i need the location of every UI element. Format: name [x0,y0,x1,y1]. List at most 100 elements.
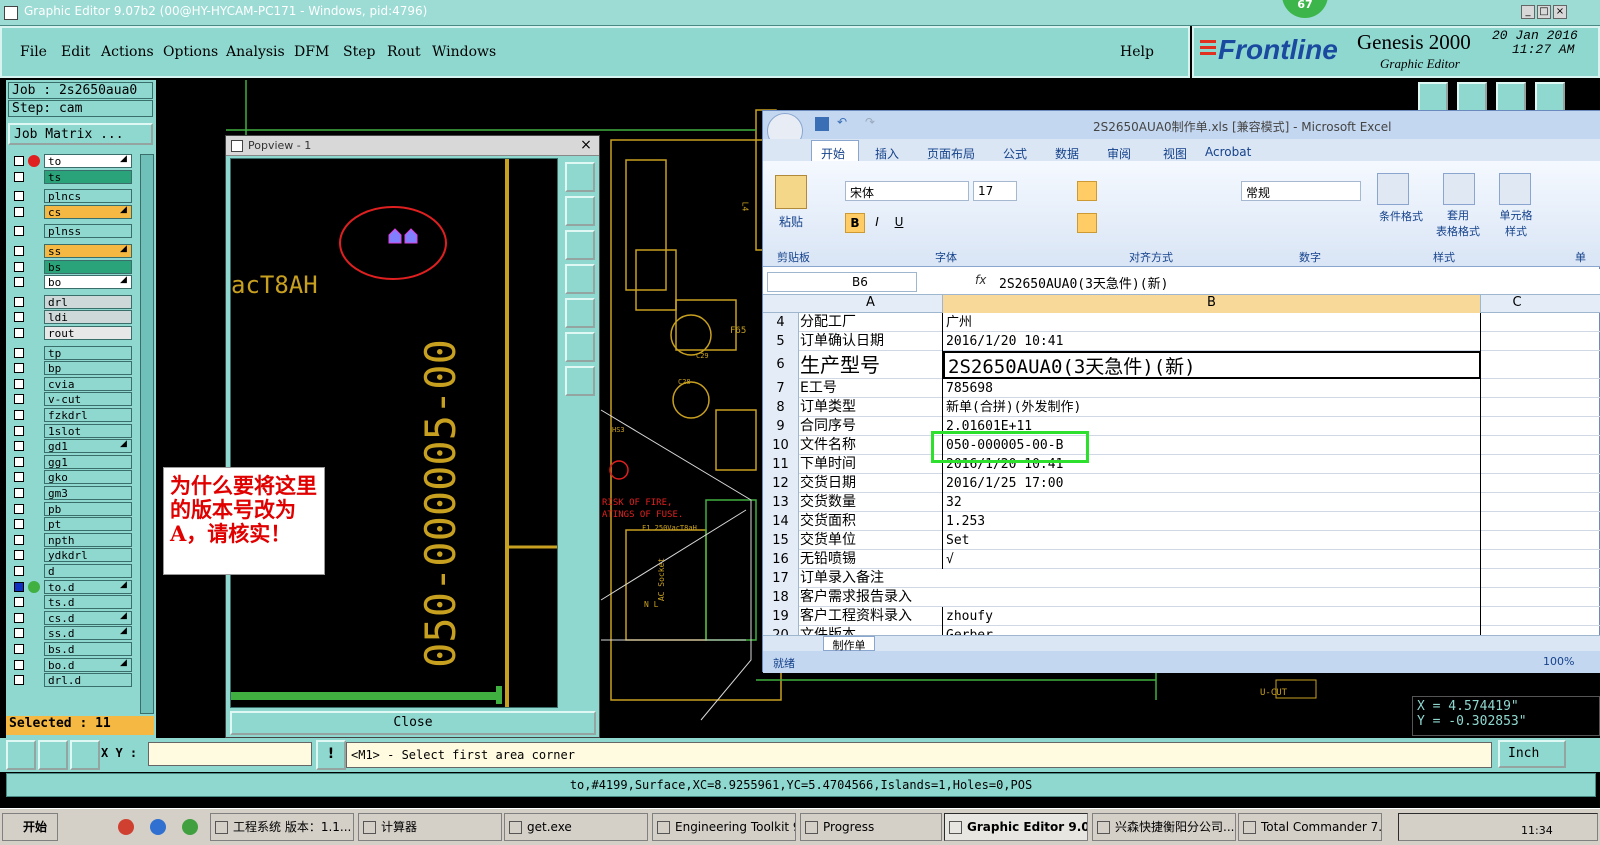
align-left-button[interactable] [1077,213,1097,233]
cell-a[interactable]: 文件版本 [799,626,943,635]
layer-name[interactable]: v-cut [44,392,132,407]
pan-left-icon[interactable] [565,264,595,294]
layer-checkbox[interactable] [14,296,24,307]
menu-edit[interactable]: Edit [61,44,90,60]
layer-checkbox[interactable] [14,328,24,338]
sheet-tab[interactable]: 制作单 [823,636,875,652]
layer-name[interactable]: ldi [44,310,132,325]
layer-checkbox[interactable] [14,441,24,452]
layer-checkbox[interactable] [14,261,24,272]
layer-row-ts-d[interactable]: ts.d [8,595,138,610]
row-number[interactable]: 20 [763,626,799,635]
close-window-button[interactable]: × [1553,5,1567,19]
row-number[interactable]: 15 [763,531,799,550]
conditional-format-button[interactable]: 条件格式 [1379,208,1423,224]
cell-b[interactable]: zhoufy [943,607,1481,626]
layer-checkbox[interactable] [14,171,24,182]
font-size-select[interactable]: 17 [973,181,1017,201]
row-number[interactable]: 10 [763,436,799,455]
layer-row-ss[interactable]: ss ◢ [8,244,138,259]
layer-checkbox[interactable] [14,206,24,217]
maximize-button[interactable]: □ [1537,5,1551,19]
ribbon-tab-5[interactable]: 审阅 [1107,145,1131,162]
layer-checkbox[interactable] [14,566,24,576]
row-number[interactable]: 9 [763,417,799,436]
layer-row-to-d[interactable]: to.d ◢ [8,579,138,595]
alert-icon[interactable]: ! [316,740,346,770]
app-shortcut-icon[interactable] [182,819,198,835]
cell-a[interactable]: 下单时间 [799,455,943,474]
layer-row-rout[interactable]: rout [8,326,138,341]
layer-row-ydkdrl[interactable]: ydkdrl [8,548,138,563]
layer-checkbox[interactable] [14,519,24,530]
task-get-exe[interactable]: get.exe [504,813,648,841]
layer-name[interactable]: bs.d [44,642,132,656]
layer-name[interactable]: to.d [44,579,132,594]
cell-b[interactable]: √ [943,550,1481,569]
layer-checkbox[interactable] [14,597,24,608]
row-number[interactable]: 13 [763,493,799,512]
layer-row-v-cut[interactable]: v-cut [8,392,138,407]
layer-checkbox[interactable] [14,425,24,436]
layer-name[interactable]: cs [44,204,132,219]
layer-row-ldi[interactable]: ldi [8,310,138,325]
layer-checkbox[interactable] [14,534,24,545]
measure-icon[interactable] [6,740,36,770]
paste-icon[interactable] [775,175,807,209]
layer-scrollbar[interactable] [140,154,154,714]
cell-b[interactable] [943,588,1481,607]
layer-checkbox[interactable] [14,246,24,256]
cell-a[interactable]: 文件名称 [799,436,943,455]
task-calculator[interactable]: 计算器 [358,813,502,841]
name-box[interactable]: B6 [767,272,917,292]
cell-a[interactable]: 订单确认日期 [799,332,943,351]
layer-name[interactable]: bo [44,275,132,290]
layer-name[interactable]: ss.d [44,626,132,641]
cell-a[interactable]: 无铅喷锡 [799,550,943,569]
row-number[interactable]: 7 [763,379,799,398]
layer-row-tp[interactable]: tp [8,345,138,361]
layer-row-gm3[interactable]: gm3 [8,486,138,501]
layer-name[interactable]: 1slot [44,423,132,438]
layer-row-plncs[interactable]: plncs [8,189,138,204]
layer-row-fzkdrl[interactable]: fzkdrl [8,408,138,423]
layer-checkbox[interactable] [14,277,24,288]
layer-row-to[interactable]: to ◢ [8,154,138,169]
zoom-fit-icon[interactable] [565,162,595,192]
cell-b[interactable]: 2016/1/25 17:00 [943,474,1481,493]
undo-icon[interactable]: ↶ [837,115,847,129]
fx-icon[interactable]: fx [975,273,986,287]
bold-button[interactable]: B [845,213,865,233]
popview-canvas[interactable]: acT8AH 050-000005-00 [230,158,558,708]
menu-dfm[interactable]: DFM [294,44,329,60]
cell-b[interactable]: Gerber [943,626,1481,635]
minimize-button[interactable]: _ [1521,5,1535,19]
cell-a[interactable]: E工号 [799,379,943,398]
layer-row-gko[interactable]: gko [8,470,138,485]
layer-name[interactable]: ss [44,244,132,258]
start-button[interactable]: 开始 [2,813,58,841]
layer-name[interactable]: cvia [44,376,132,391]
ribbon-tab-7[interactable]: Acrobat [1205,145,1251,159]
cell-style-icon[interactable] [1499,173,1531,205]
layer-checkbox[interactable] [14,675,24,686]
layer-checkbox[interactable] [14,581,24,592]
home-icon[interactable] [1418,82,1448,112]
column-header-c[interactable]: C [1481,295,1553,313]
layer-name[interactable]: bp [44,361,132,376]
layer-row-bp[interactable]: bp [8,361,138,376]
layer-name[interactable]: bs [44,259,132,274]
house-icon[interactable] [1496,82,1526,112]
italic-button[interactable]: I [867,213,887,233]
ribbon-tab-0[interactable]: 开始 [821,145,845,162]
cell-style-button[interactable]: 单元格 样式 [1489,208,1543,240]
pan-down-icon[interactable] [565,230,595,260]
cell-b[interactable]: 2016/1/20 10:41 [943,332,1481,351]
layer-checkbox[interactable] [14,191,24,202]
layer-name[interactable]: gko [44,470,132,485]
pan-up-icon[interactable] [565,196,595,226]
layer-name[interactable]: pb [44,501,132,516]
cell-b[interactable]: 新单(合拼)(外发制作) [943,398,1481,417]
layer-checkbox[interactable] [14,410,24,420]
ribbon-tab-3[interactable]: 公式 [1003,145,1027,162]
